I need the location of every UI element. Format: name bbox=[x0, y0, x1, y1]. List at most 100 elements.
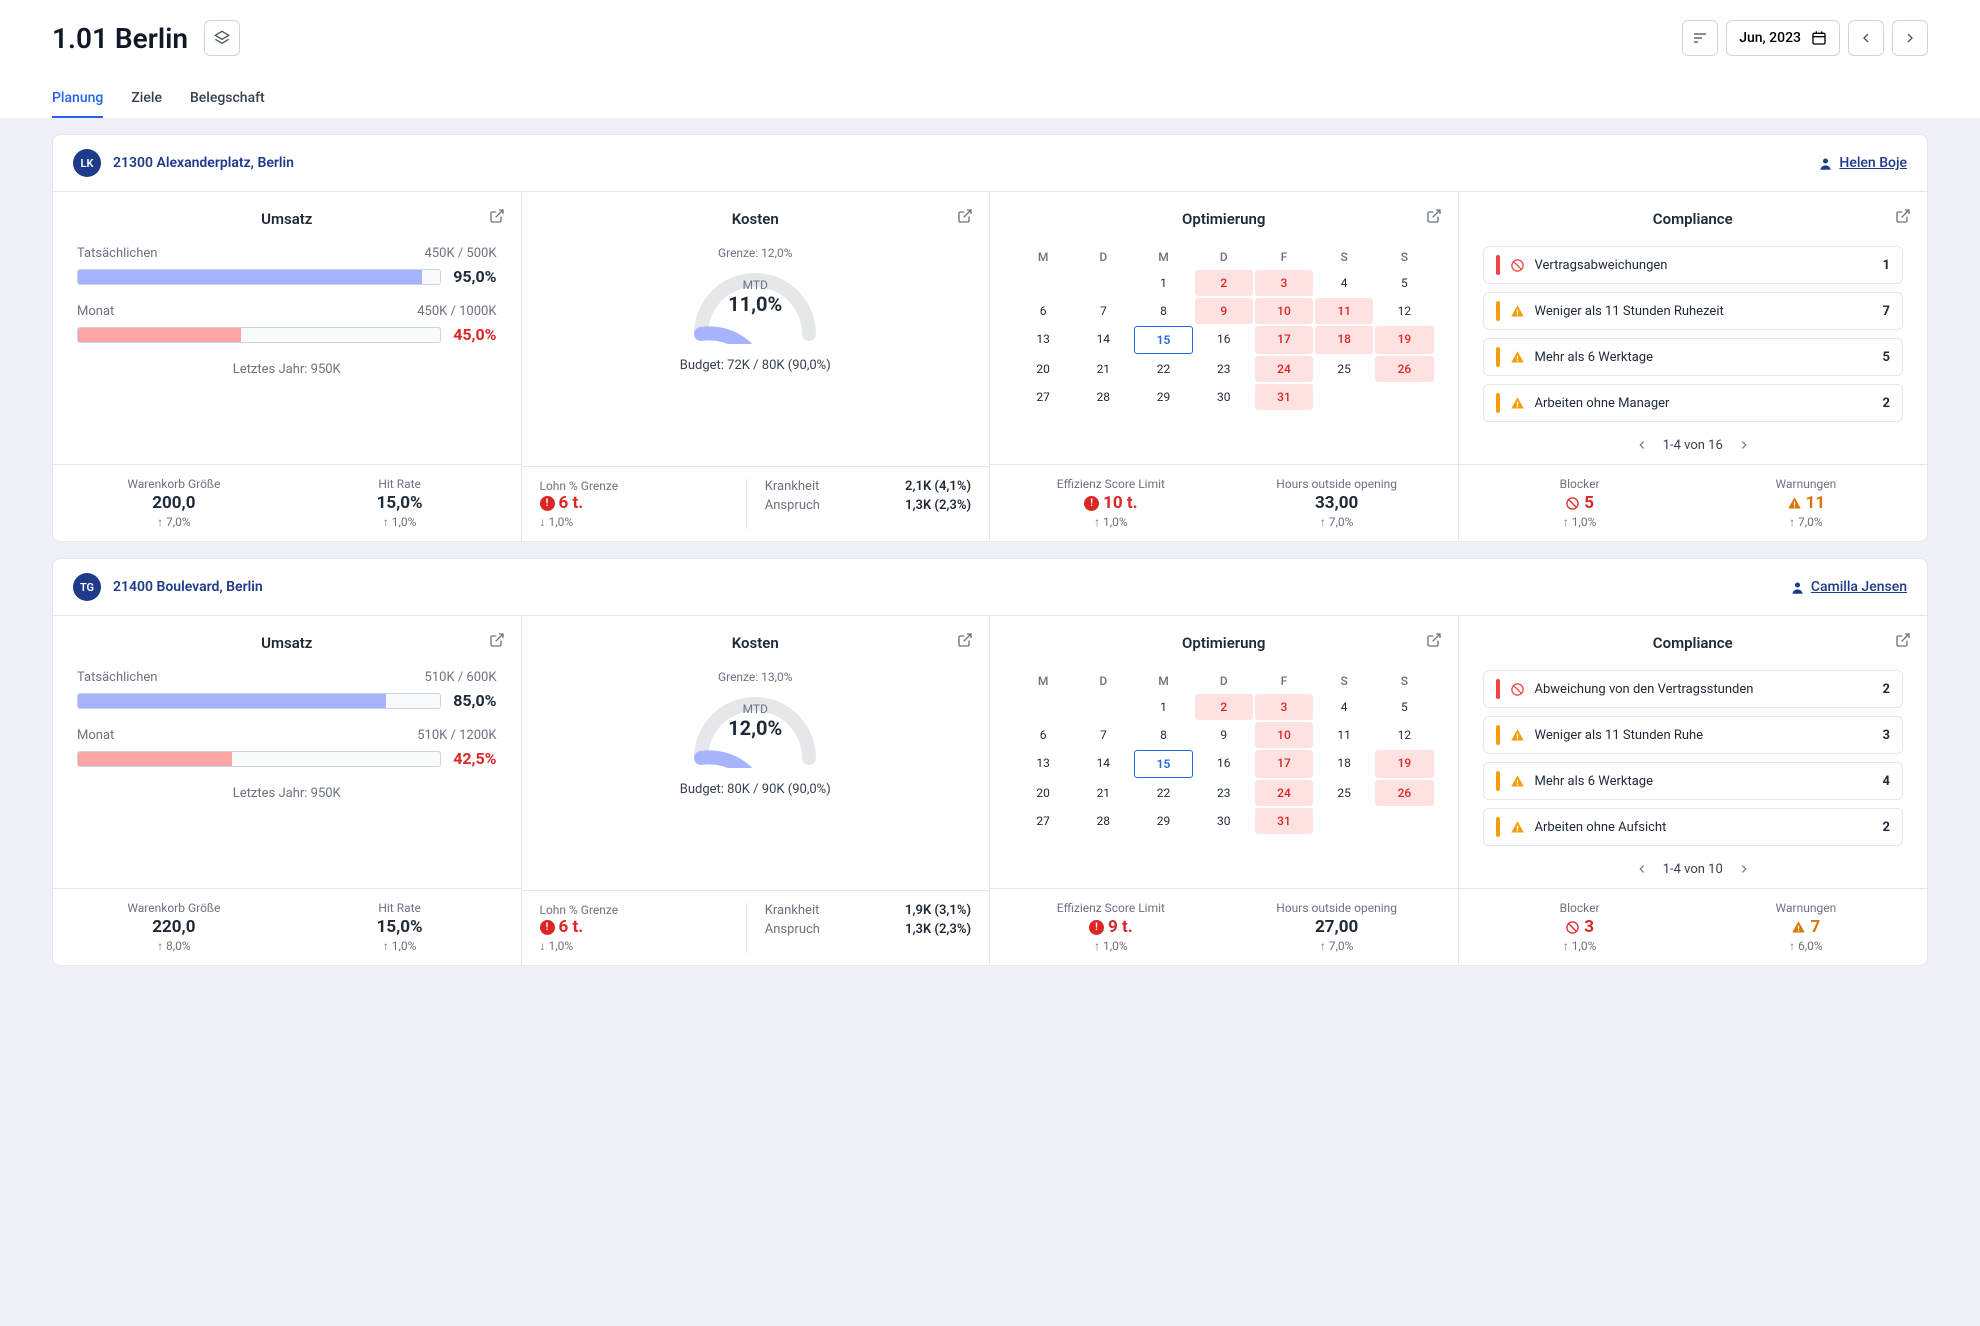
calendar-day[interactable]: 30 bbox=[1195, 808, 1253, 834]
store-name[interactable]: 21400 Boulevard, Berlin bbox=[113, 579, 263, 595]
calendar-day[interactable]: 13 bbox=[1014, 326, 1072, 354]
panel-kosten: Kosten Grenze: 13,0% MTD12,0% Budget: 80… bbox=[522, 616, 991, 965]
calendar-day[interactable]: 7 bbox=[1074, 722, 1132, 748]
calendar-day[interactable]: 22 bbox=[1134, 356, 1192, 382]
calendar-day[interactable]: 17 bbox=[1255, 326, 1313, 354]
calendar-day[interactable]: 14 bbox=[1074, 326, 1132, 354]
calendar-day[interactable]: 6 bbox=[1014, 722, 1072, 748]
calendar-day[interactable]: 31 bbox=[1255, 808, 1313, 834]
calendar-day[interactable]: 23 bbox=[1195, 780, 1253, 806]
calendar-day[interactable]: 1 bbox=[1134, 694, 1192, 720]
calendar-day[interactable]: 16 bbox=[1195, 326, 1253, 354]
calendar-day bbox=[1375, 384, 1433, 410]
panel-optimierung: Optimierung MDMDFSS123456789101112131415… bbox=[990, 192, 1459, 541]
calendar-day[interactable]: 11 bbox=[1315, 298, 1373, 324]
calendar-day[interactable]: 14 bbox=[1074, 750, 1132, 778]
calendar-day[interactable]: 18 bbox=[1315, 326, 1373, 354]
calendar-day[interactable]: 15 bbox=[1134, 750, 1192, 778]
calendar-day[interactable]: 20 bbox=[1014, 356, 1072, 382]
date-picker[interactable]: Jun, 2023 bbox=[1726, 20, 1840, 56]
compliance-text: Mehr als 6 Werktage bbox=[1535, 774, 1873, 789]
external-link-icon[interactable] bbox=[1895, 208, 1911, 224]
calendar-day[interactable]: 9 bbox=[1195, 722, 1253, 748]
external-link-icon[interactable] bbox=[957, 208, 973, 224]
pager-prev[interactable] bbox=[1631, 858, 1653, 880]
calendar-day[interactable]: 7 bbox=[1074, 298, 1132, 324]
calendar-day[interactable]: 21 bbox=[1074, 356, 1132, 382]
calendar-day[interactable]: 26 bbox=[1375, 356, 1433, 382]
layers-button[interactable] bbox=[204, 20, 240, 56]
calendar-day[interactable]: 25 bbox=[1315, 780, 1373, 806]
calendar-day[interactable]: 20 bbox=[1014, 780, 1072, 806]
tab-belegschaft[interactable]: Belegschaft bbox=[190, 80, 265, 118]
calendar-day[interactable]: 8 bbox=[1134, 722, 1192, 748]
calendar-day[interactable]: 17 bbox=[1255, 750, 1313, 778]
compliance-item[interactable]: Weniger als 11 Stunden Ruhe 3 bbox=[1483, 716, 1904, 754]
external-link-icon[interactable] bbox=[1895, 632, 1911, 648]
calendar-day[interactable]: 6 bbox=[1014, 298, 1072, 324]
prev-month-button[interactable] bbox=[1848, 20, 1884, 56]
calendar-day[interactable]: 11 bbox=[1315, 722, 1373, 748]
calendar-day[interactable]: 8 bbox=[1134, 298, 1192, 324]
tab-ziele[interactable]: Ziele bbox=[131, 80, 162, 118]
compliance-item[interactable]: Mehr als 6 Werktage 4 bbox=[1483, 762, 1904, 800]
external-link-icon[interactable] bbox=[1426, 632, 1442, 648]
calendar-day[interactable]: 5 bbox=[1375, 270, 1433, 296]
external-link-icon[interactable] bbox=[489, 208, 505, 224]
compliance-item[interactable]: Mehr als 6 Werktage 5 bbox=[1483, 338, 1904, 376]
calendar-day[interactable]: 10 bbox=[1255, 298, 1313, 324]
calendar-day[interactable]: 3 bbox=[1255, 270, 1313, 296]
calendar-day[interactable]: 30 bbox=[1195, 384, 1253, 410]
calendar-day[interactable]: 12 bbox=[1375, 298, 1433, 324]
calendar-day[interactable]: 2 bbox=[1195, 270, 1253, 296]
calendar-day[interactable]: 26 bbox=[1375, 780, 1433, 806]
pager-next[interactable] bbox=[1733, 434, 1755, 456]
calendar-day[interactable]: 31 bbox=[1255, 384, 1313, 410]
external-link-icon[interactable] bbox=[489, 632, 505, 648]
avatar: TG bbox=[73, 573, 101, 601]
calendar-day[interactable]: 25 bbox=[1315, 356, 1373, 382]
tab-planung[interactable]: Planung bbox=[52, 80, 103, 118]
next-month-button[interactable] bbox=[1892, 20, 1928, 56]
calendar-day[interactable]: 27 bbox=[1014, 808, 1072, 834]
manager-link[interactable]: Camilla Jensen bbox=[1790, 579, 1907, 595]
calendar-day[interactable]: 27 bbox=[1014, 384, 1072, 410]
compliance-item[interactable]: Vertragsabweichungen 1 bbox=[1483, 246, 1904, 284]
calendar-day[interactable]: 13 bbox=[1014, 750, 1072, 778]
calendar-day[interactable]: 18 bbox=[1315, 750, 1373, 778]
calendar-day[interactable]: 29 bbox=[1134, 808, 1192, 834]
calendar-day[interactable]: 1 bbox=[1134, 270, 1192, 296]
pager-prev[interactable] bbox=[1631, 434, 1653, 456]
calendar-day[interactable]: 24 bbox=[1255, 356, 1313, 382]
calendar-day[interactable]: 19 bbox=[1375, 750, 1433, 778]
manager-link[interactable]: Helen Boje bbox=[1818, 155, 1907, 171]
compliance-item[interactable]: Weniger als 11 Stunden Ruhezeit 7 bbox=[1483, 292, 1904, 330]
store-name[interactable]: 21300 Alexanderplatz, Berlin bbox=[113, 155, 294, 171]
pager-next[interactable] bbox=[1733, 858, 1755, 880]
calendar-day[interactable]: 12 bbox=[1375, 722, 1433, 748]
compliance-item[interactable]: Abweichung von den Vertragsstunden 2 bbox=[1483, 670, 1904, 708]
sort-button[interactable] bbox=[1682, 20, 1718, 56]
calendar-day[interactable]: 5 bbox=[1375, 694, 1433, 720]
compliance-item[interactable]: Arbeiten ohne Manager 2 bbox=[1483, 384, 1904, 422]
calendar-day[interactable]: 24 bbox=[1255, 780, 1313, 806]
calendar-day[interactable]: 4 bbox=[1315, 694, 1373, 720]
calendar-day[interactable]: 9 bbox=[1195, 298, 1253, 324]
calendar-day[interactable]: 3 bbox=[1255, 694, 1313, 720]
calendar-day[interactable]: 28 bbox=[1074, 808, 1132, 834]
calendar-day[interactable]: 16 bbox=[1195, 750, 1253, 778]
external-link-icon[interactable] bbox=[1426, 208, 1442, 224]
calendar-day[interactable]: 15 bbox=[1134, 326, 1192, 354]
calendar-day[interactable]: 10 bbox=[1255, 722, 1313, 748]
calendar-day[interactable]: 29 bbox=[1134, 384, 1192, 410]
compliance-count: 1 bbox=[1883, 258, 1890, 273]
calendar-day[interactable]: 2 bbox=[1195, 694, 1253, 720]
external-link-icon[interactable] bbox=[957, 632, 973, 648]
calendar-day[interactable]: 21 bbox=[1074, 780, 1132, 806]
calendar-day[interactable]: 28 bbox=[1074, 384, 1132, 410]
calendar-day[interactable]: 23 bbox=[1195, 356, 1253, 382]
calendar-day[interactable]: 22 bbox=[1134, 780, 1192, 806]
calendar-day[interactable]: 4 bbox=[1315, 270, 1373, 296]
calendar-day[interactable]: 19 bbox=[1375, 326, 1433, 354]
compliance-item[interactable]: Arbeiten ohne Aufsicht 2 bbox=[1483, 808, 1904, 846]
